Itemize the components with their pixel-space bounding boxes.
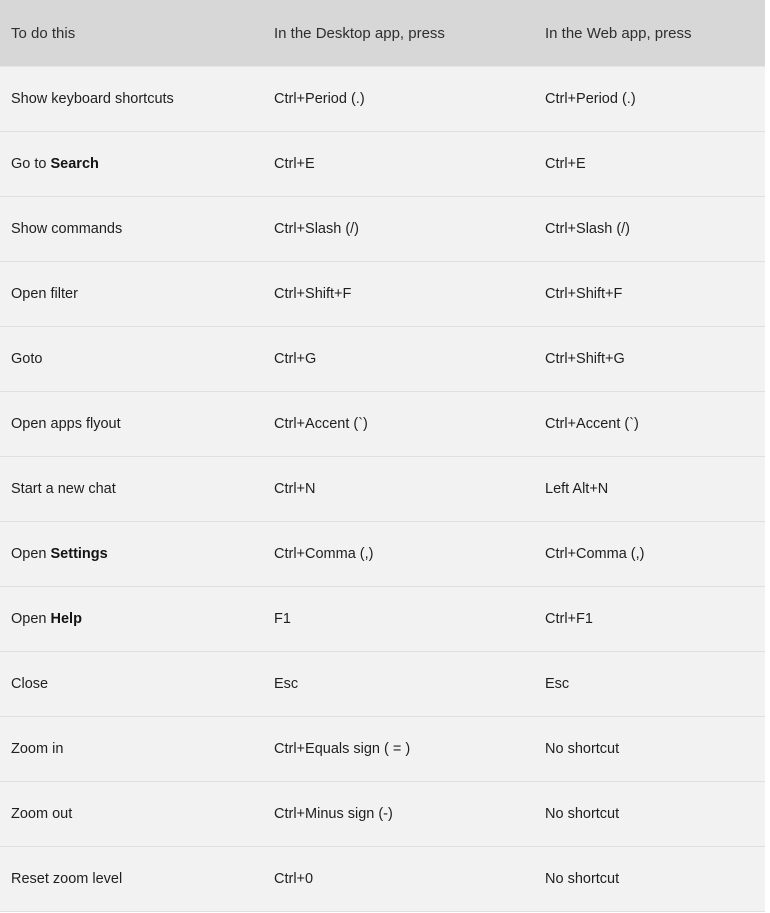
column-header-task: To do this bbox=[0, 0, 263, 67]
table-row: Go to Search Ctrl+E Ctrl+E bbox=[0, 131, 765, 197]
cell-task: Open apps flyout bbox=[0, 391, 263, 457]
table-row: Open filter Ctrl+Shift+F Ctrl+Shift+F bbox=[0, 261, 765, 327]
cell-web-shortcut: No shortcut bbox=[534, 716, 765, 782]
cell-task: Zoom out bbox=[0, 781, 263, 847]
column-header-web: In the Web app, press bbox=[534, 0, 765, 67]
keyboard-shortcuts-table: To do this In the Desktop app, press In … bbox=[0, 0, 765, 912]
cell-desktop-shortcut: Esc bbox=[263, 651, 534, 717]
cell-web-shortcut: Ctrl+Shift+F bbox=[534, 261, 765, 327]
cell-task: Goto bbox=[0, 326, 263, 392]
table-row: Open apps flyout Ctrl+Accent (`) Ctrl+Acce… bbox=[0, 391, 765, 457]
table-row: Open Settings Ctrl+Comma (,) Ctrl+Comma (,… bbox=[0, 521, 765, 587]
table-row: Show commands Ctrl+Slash (/) Ctrl+Slash (/… bbox=[0, 196, 765, 262]
cell-desktop-shortcut: Ctrl+Equals sign ( = ) bbox=[263, 716, 534, 782]
column-header-desktop: In the Desktop app, press bbox=[263, 0, 534, 67]
cell-desktop-shortcut: Ctrl+Accent (`) bbox=[263, 391, 534, 457]
cell-web-shortcut: Ctrl+Period (.) bbox=[534, 66, 765, 132]
cell-task: Start a new chat bbox=[0, 456, 263, 522]
cell-task: Open filter bbox=[0, 261, 263, 327]
cell-desktop-shortcut: Ctrl+N bbox=[263, 456, 534, 522]
cell-web-shortcut: Ctrl+Shift+G bbox=[534, 326, 765, 392]
cell-desktop-shortcut: Ctrl+0 bbox=[263, 846, 534, 912]
table-row: Open Help F1 Ctrl+F1 bbox=[0, 586, 765, 652]
cell-task-emphasis: Help bbox=[50, 611, 82, 627]
table-row: Start a new chat Ctrl+N Left Alt+N bbox=[0, 456, 765, 522]
table-header: To do this In the Desktop app, press In … bbox=[0, 0, 765, 67]
cell-desktop-shortcut: Ctrl+Minus sign (-) bbox=[263, 781, 534, 847]
cell-task: Open Settings bbox=[0, 521, 263, 587]
cell-web-shortcut: Ctrl+E bbox=[534, 131, 765, 197]
table-row: Zoom out Ctrl+Minus sign (-) No shortcut bbox=[0, 781, 765, 847]
table-row: Reset zoom level Ctrl+0 No shortcut bbox=[0, 846, 765, 912]
cell-desktop-shortcut: Ctrl+Slash (/) bbox=[263, 196, 534, 262]
cell-task: Zoom in bbox=[0, 716, 263, 782]
cell-desktop-shortcut: Ctrl+Shift+F bbox=[263, 261, 534, 327]
cell-web-shortcut: Ctrl+Comma (,) bbox=[534, 521, 765, 587]
cell-desktop-shortcut: Ctrl+G bbox=[263, 326, 534, 392]
cell-web-shortcut: Ctrl+F1 bbox=[534, 586, 765, 652]
cell-desktop-shortcut: Ctrl+E bbox=[263, 131, 534, 197]
cell-web-shortcut: Ctrl+Accent (`) bbox=[534, 391, 765, 457]
table-row: Zoom in Ctrl+Equals sign ( = ) No shortcut bbox=[0, 716, 765, 782]
table-row: Close Esc Esc bbox=[0, 651, 765, 717]
cell-task: Go to Search bbox=[0, 131, 263, 197]
table-header-row: To do this In the Desktop app, press In … bbox=[0, 0, 765, 67]
cell-task-emphasis: Search bbox=[50, 156, 99, 172]
cell-task: Show keyboard shortcuts bbox=[0, 66, 263, 132]
cell-web-shortcut: Esc bbox=[534, 651, 765, 717]
cell-web-shortcut: Left Alt+N bbox=[534, 456, 765, 522]
cell-web-shortcut: No shortcut bbox=[534, 846, 765, 912]
cell-task-emphasis: Settings bbox=[50, 546, 108, 562]
cell-task: Reset zoom level bbox=[0, 846, 263, 912]
table-row: Goto Ctrl+G Ctrl+Shift+G bbox=[0, 326, 765, 392]
cell-task: Show commands bbox=[0, 196, 263, 262]
table-body: Show keyboard shortcuts Ctrl+Period (.) Ct… bbox=[0, 66, 765, 912]
cell-desktop-shortcut: Ctrl+Comma (,) bbox=[263, 521, 534, 587]
cell-desktop-shortcut: Ctrl+Period (.) bbox=[263, 66, 534, 132]
cell-desktop-shortcut: F1 bbox=[263, 586, 534, 652]
cell-task: Close bbox=[0, 651, 263, 717]
cell-web-shortcut: Ctrl+Slash (/) bbox=[534, 196, 765, 262]
cell-web-shortcut: No shortcut bbox=[534, 781, 765, 847]
cell-task: Open Help bbox=[0, 586, 263, 652]
table-row: Show keyboard shortcuts Ctrl+Period (.) Ct… bbox=[0, 66, 765, 132]
